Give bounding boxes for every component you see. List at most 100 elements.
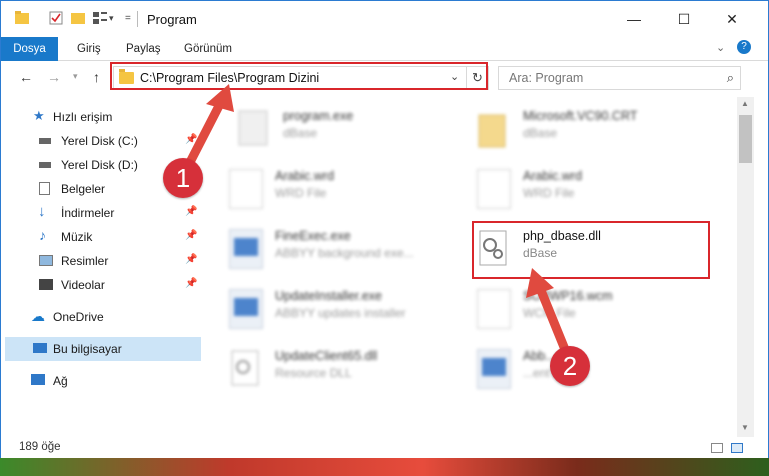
close-button[interactable]: ✕ bbox=[709, 1, 755, 37]
tab-home[interactable]: Giriş bbox=[77, 37, 101, 61]
star-icon: ★ bbox=[33, 108, 45, 123]
sidebar-item-music[interactable]: ♪ Müzik 📌 bbox=[1, 225, 201, 249]
properties-icon[interactable] bbox=[49, 11, 63, 25]
list-item[interactable]: Microsoft.VC90.CRT dBase bbox=[453, 103, 693, 159]
up-button[interactable]: ↑ bbox=[93, 69, 100, 85]
minimize-button[interactable]: — bbox=[611, 1, 657, 37]
sidebar-item-quick-access[interactable]: ★ Hızlı erişim bbox=[1, 105, 201, 129]
list-item[interactable]: Arabic.wrd WRD File bbox=[453, 163, 693, 219]
file-type: Resource DLL bbox=[275, 366, 352, 380]
file-type: dBase bbox=[523, 126, 558, 140]
tab-share[interactable]: Paylaş bbox=[126, 37, 161, 61]
list-item[interactable]: FineExec.exe ABBYY background exe... bbox=[205, 223, 445, 279]
sidebar-item-label: Yerel Disk (C:) bbox=[61, 134, 138, 148]
scroll-down-icon[interactable]: ▼ bbox=[741, 423, 749, 432]
file-name: Arabic.wrd bbox=[523, 169, 583, 183]
tab-view[interactable]: Görünüm bbox=[184, 37, 232, 61]
navigation-pane: ★ Hızlı erişim Yerel Disk (C:) 📌 Yerel D… bbox=[1, 97, 201, 437]
file-type: WRD File bbox=[275, 186, 327, 200]
sidebar-item-label: Resimler bbox=[61, 254, 109, 268]
application-icon bbox=[477, 349, 511, 389]
sidebar-item-network[interactable]: Ağ bbox=[1, 369, 201, 393]
pin-icon[interactable]: 📌 bbox=[185, 254, 197, 265]
large-icons-view-icon[interactable] bbox=[731, 443, 743, 453]
download-icon: ↓ bbox=[38, 203, 46, 220]
sidebar-item-label: Ağ bbox=[53, 374, 68, 388]
view-toggle-icon[interactable] bbox=[93, 11, 107, 25]
window-title: Program bbox=[147, 12, 197, 27]
pictures-icon bbox=[39, 255, 53, 266]
documents-icon bbox=[39, 182, 50, 195]
file-type: ABBYY background exe... bbox=[275, 246, 414, 260]
search-icon: ⌕ bbox=[726, 70, 734, 85]
expand-ribbon-icon[interactable]: ⌄ bbox=[716, 41, 725, 54]
document-file-icon bbox=[477, 289, 511, 329]
folder-icon bbox=[15, 11, 29, 25]
document-file-icon bbox=[229, 169, 263, 209]
maximize-button[interactable]: ☐ bbox=[661, 1, 707, 37]
file-name: UpdateInstaller.exe bbox=[275, 289, 383, 303]
sidebar-item-label: Bu bilgisayar bbox=[53, 342, 122, 356]
file-name: SOBWP16.wcm bbox=[523, 289, 613, 303]
file-highlight-box bbox=[472, 221, 710, 279]
scroll-up-icon[interactable]: ▲ bbox=[741, 99, 749, 108]
file-name: Arabic.wrd bbox=[275, 169, 335, 183]
file-name: FineExec.exe bbox=[275, 229, 351, 243]
step-badge-2: 2 bbox=[550, 346, 590, 386]
desktop-background bbox=[0, 458, 769, 476]
sidebar-item-label: Müzik bbox=[61, 230, 93, 244]
help-icon[interactable]: ? bbox=[737, 40, 751, 54]
status-bar: 189 öğe bbox=[1, 437, 768, 459]
ribbon-tabs: Dosya Giriş Paylaş Görünüm ⌄ ? bbox=[1, 37, 768, 61]
sidebar-item-pictures[interactable]: Resimler 📌 bbox=[1, 249, 201, 273]
sidebar-item-label: İndirmeler bbox=[61, 206, 115, 220]
list-item[interactable]: UpdateInstaller.exe ABBYY updates instal… bbox=[205, 283, 445, 339]
pin-icon[interactable]: 📌 bbox=[185, 206, 197, 217]
search-box[interactable]: Ara: Program ⌕ bbox=[498, 66, 741, 90]
vertical-scrollbar[interactable]: ▲ ▼ bbox=[737, 97, 754, 437]
network-icon bbox=[31, 374, 45, 385]
list-item[interactable]: SOBWP16.wcm WCM File bbox=[453, 283, 693, 339]
pin-icon[interactable]: 📌 bbox=[185, 278, 197, 289]
list-item[interactable]: program.exe dBase bbox=[213, 103, 453, 159]
sidebar-item-videos[interactable]: Videolar 📌 bbox=[1, 273, 201, 297]
file-name: program.exe bbox=[283, 109, 354, 123]
file-type: dBase bbox=[283, 126, 318, 140]
minimize-icon: — bbox=[627, 11, 641, 27]
drive-icon bbox=[39, 138, 51, 144]
dll-gear-icon bbox=[229, 349, 263, 389]
list-item[interactable]: Arabic.wrd WRD File bbox=[205, 163, 445, 219]
tab-file[interactable]: Dosya bbox=[1, 37, 58, 61]
sidebar-item-disk-c[interactable]: Yerel Disk (C:) 📌 bbox=[1, 129, 201, 153]
file-type: WCM File bbox=[523, 306, 576, 320]
close-icon: ✕ bbox=[726, 10, 738, 27]
sidebar-item-label: OneDrive bbox=[53, 310, 104, 324]
back-button[interactable]: ← bbox=[19, 69, 33, 85]
title-separator bbox=[137, 11, 138, 27]
step-badge-1: 1 bbox=[163, 158, 203, 198]
new-folder-icon[interactable] bbox=[71, 11, 85, 25]
forward-button[interactable]: → bbox=[47, 69, 61, 85]
address-highlight-box bbox=[110, 62, 488, 90]
computer-icon bbox=[33, 343, 47, 353]
cloud-icon: ☁ bbox=[31, 308, 45, 324]
list-item[interactable]: UpdateClient65.dll Resource DLL bbox=[205, 343, 445, 399]
sidebar-item-label: Yerel Disk (D:) bbox=[61, 158, 138, 172]
search-input[interactable]: Ara: Program bbox=[509, 71, 583, 85]
customize-qat-icon[interactable]: ▾ bbox=[109, 13, 123, 27]
scroll-thumb[interactable] bbox=[739, 115, 752, 163]
item-count: 189 öğe bbox=[19, 441, 61, 453]
application-icon bbox=[229, 229, 263, 269]
pin-icon[interactable]: 📌 bbox=[185, 134, 197, 145]
sidebar-item-label: Hızlı erişim bbox=[53, 110, 113, 124]
title-bar: ▾ = Program — ☐ ✕ bbox=[1, 1, 768, 37]
sidebar-item-this-pc[interactable]: Bu bilgisayar bbox=[5, 337, 201, 361]
recent-locations-button[interactable]: ▾ bbox=[73, 71, 78, 82]
sidebar-item-downloads[interactable]: ↓ İndirmeler 📌 bbox=[1, 201, 201, 225]
details-view-icon[interactable] bbox=[711, 443, 723, 453]
sidebar-item-onedrive[interactable]: ☁ OneDrive bbox=[1, 305, 201, 329]
pin-icon[interactable]: 📌 bbox=[185, 230, 197, 241]
file-name: Microsoft.VC90.CRT bbox=[523, 109, 638, 123]
sidebar-item-label: Videolar bbox=[61, 278, 105, 292]
folder-icon bbox=[477, 109, 511, 149]
